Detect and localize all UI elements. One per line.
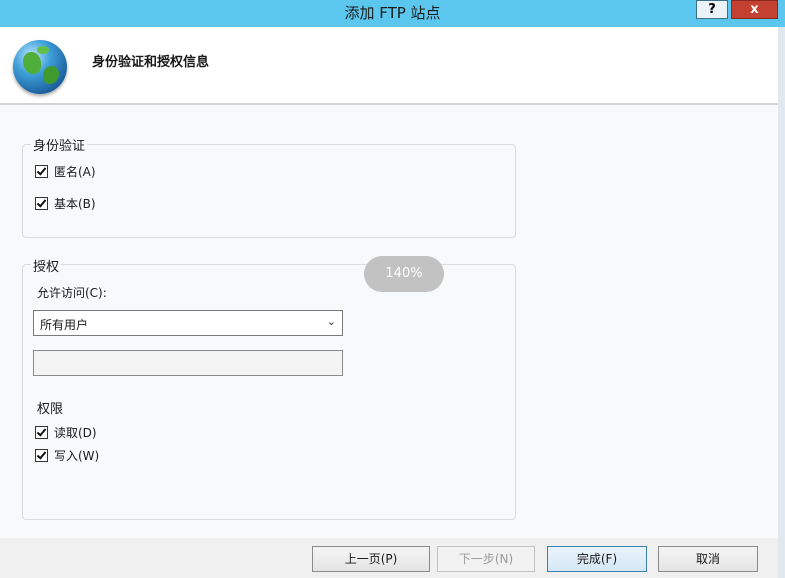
write-checkbox-row[interactable]: 写入(W) xyxy=(35,448,99,464)
anonymous-checkbox-row[interactable]: 匿名(A) xyxy=(35,164,96,180)
allow-access-value: 所有用户 xyxy=(40,318,89,332)
authentication-group xyxy=(22,144,516,238)
write-checkbox[interactable] xyxy=(35,449,48,462)
window-border xyxy=(778,27,785,578)
page-heading: 身份验证和授权信息 xyxy=(92,55,210,70)
zoom-level-badge: 140% xyxy=(364,256,444,292)
read-checkbox[interactable] xyxy=(35,426,48,439)
next-button[interactable]: 下一步(N) xyxy=(437,546,535,572)
cancel-button[interactable]: 取消 xyxy=(658,546,758,572)
allow-access-dropdown[interactable]: 所有用户 ⌄ xyxy=(33,310,343,336)
write-label: 写入(W) xyxy=(54,449,100,463)
basic-checkbox[interactable] xyxy=(35,197,48,210)
permissions-label: 权限 xyxy=(37,402,64,417)
close-button[interactable]: x xyxy=(731,0,778,19)
read-checkbox-row[interactable]: 读取(D) xyxy=(35,425,97,441)
authorization-legend: 授权 xyxy=(31,256,62,275)
anonymous-label: 匿名(A) xyxy=(54,165,96,179)
allow-access-label: 允许访问(C): xyxy=(37,286,107,300)
basic-checkbox-row[interactable]: 基本(B) xyxy=(35,196,96,212)
basic-label: 基本(B) xyxy=(54,197,96,211)
user-names-input[interactable] xyxy=(33,350,343,376)
read-label: 读取(D) xyxy=(54,426,97,440)
window-title: 添加 FTP 站点 xyxy=(344,4,441,22)
chevron-down-icon: ⌄ xyxy=(326,315,336,328)
globe-icon xyxy=(13,40,67,94)
authorization-group xyxy=(22,264,516,520)
previous-button[interactable]: 上一页(P) xyxy=(312,546,430,572)
authentication-legend: 身份验证 xyxy=(31,135,88,154)
help-button[interactable]: ? xyxy=(696,0,728,19)
anonymous-checkbox[interactable] xyxy=(35,165,48,178)
finish-button[interactable]: 完成(F) xyxy=(547,546,647,572)
